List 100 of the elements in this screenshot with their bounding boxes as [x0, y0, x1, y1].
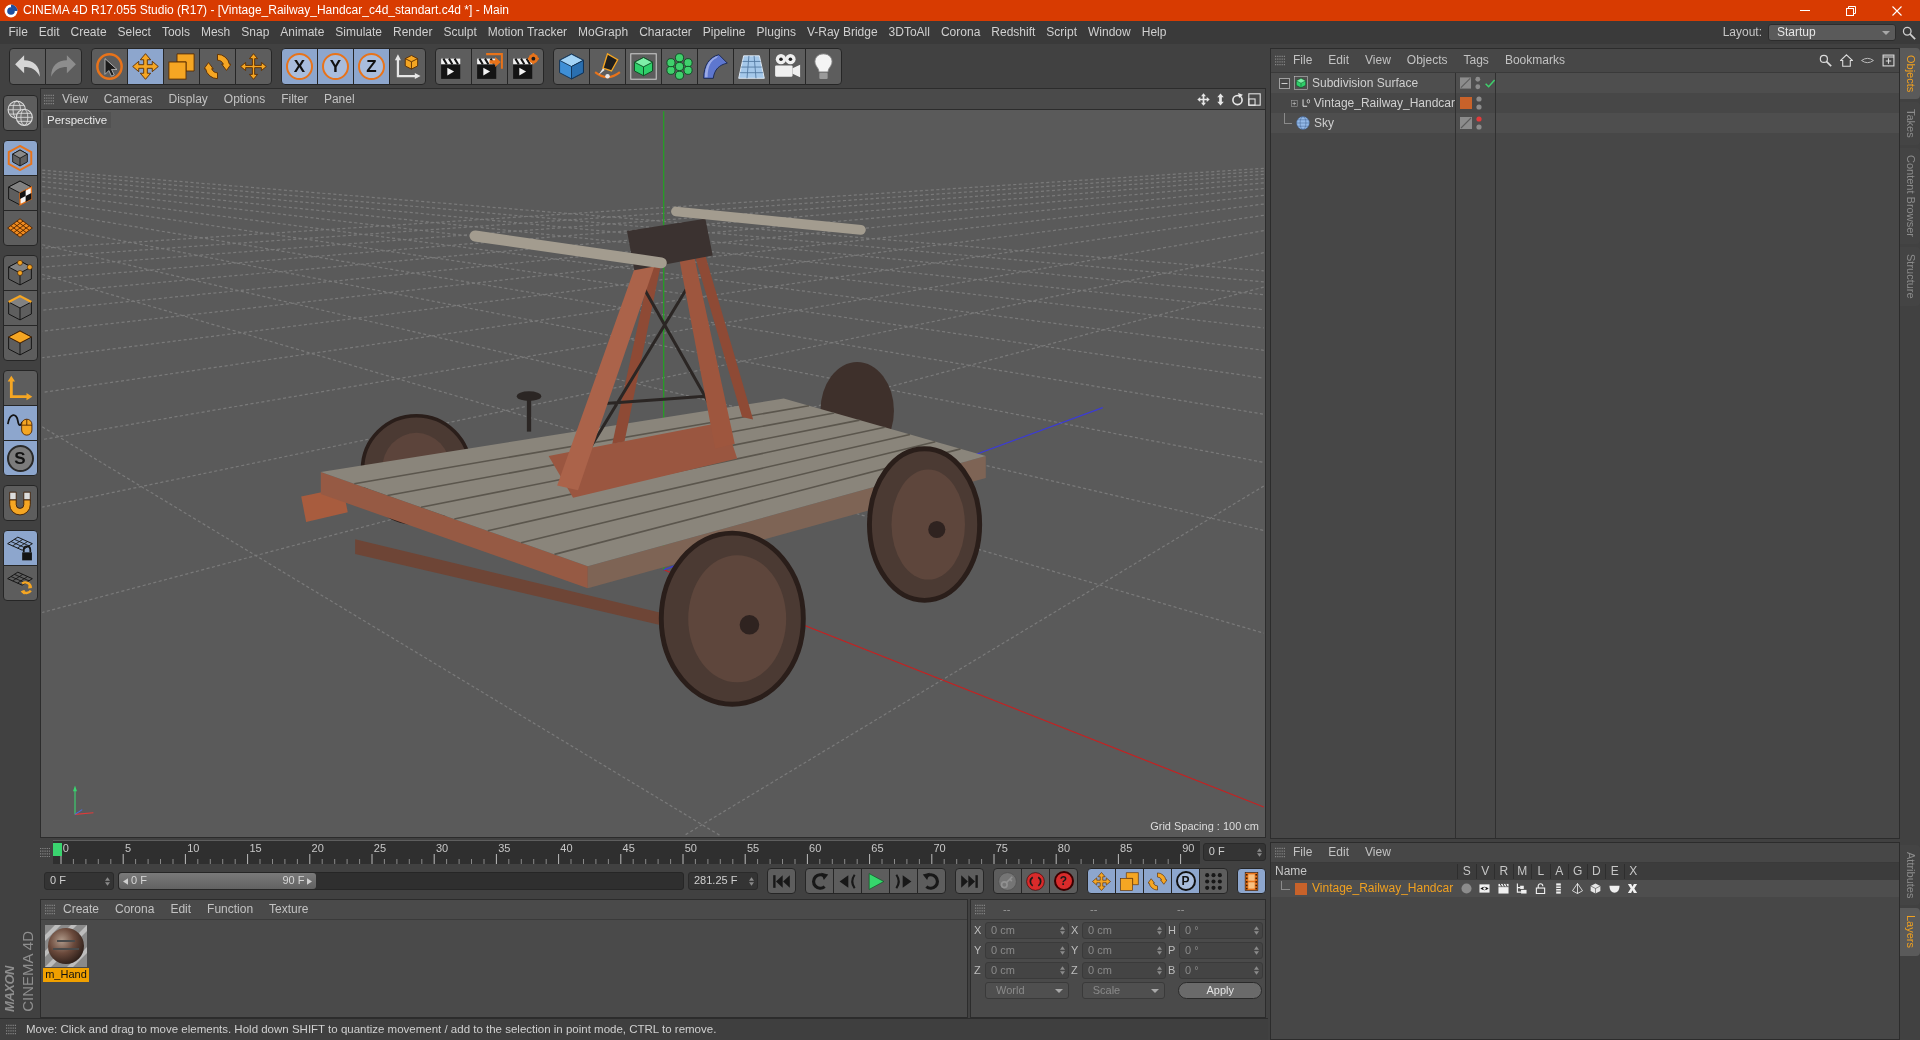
search-icon[interactable]	[1902, 25, 1916, 40]
menu-item[interactable]: Objects	[1398, 53, 1456, 68]
menu-item[interactable]: File	[3, 25, 34, 40]
panel-tab[interactable]: Objects	[1900, 48, 1920, 100]
menu-item[interactable]: Sculpt	[437, 25, 483, 40]
key-parameter-button[interactable]: P	[1171, 868, 1200, 894]
axis-mode-button[interactable]	[2, 370, 38, 406]
object-name[interactable]: Vintage_Railway_Handcar	[1313, 95, 1455, 111]
maximize-view-icon[interactable]	[1248, 92, 1261, 106]
menu-item[interactable]: Window	[1082, 25, 1137, 40]
column-header[interactable]: E	[1610, 864, 1619, 879]
snap-button[interactable]	[2, 485, 38, 521]
coordinate-field[interactable]: 0 cm	[1082, 942, 1166, 959]
menu-item[interactable]: Bookmarks	[1496, 53, 1573, 68]
menu-item[interactable]: Edit	[33, 25, 66, 40]
end-frame-field[interactable]: 281.25 F	[688, 872, 758, 890]
frame-range-handle[interactable]: 0 F 90 F	[119, 873, 317, 889]
menu-item[interactable]: MoGraph	[572, 25, 634, 40]
menu-item[interactable]: Script	[1040, 25, 1083, 40]
menu-item[interactable]: 3DToAll	[883, 25, 936, 40]
playhead-marker[interactable]	[52, 843, 62, 856]
pen-button[interactable]	[589, 47, 626, 85]
object-row[interactable]: Sky	[1271, 113, 1899, 133]
column-header[interactable]: V	[1481, 864, 1490, 879]
bowl-icon[interactable]	[1608, 883, 1620, 894]
coordinate-field[interactable]: 0 cm	[1082, 962, 1166, 979]
menu-item[interactable]: Options	[215, 91, 274, 107]
camera-button[interactable]	[769, 47, 806, 85]
workplane-align-button[interactable]	[2, 565, 38, 601]
menu-item[interactable]: Plugins	[751, 25, 802, 40]
points-mode-button[interactable]	[2, 255, 38, 291]
timeline-button[interactable]	[1237, 868, 1266, 894]
menu-item[interactable]: Edit	[162, 902, 200, 917]
layer-row[interactable]: Vintage_Railway_Handcar	[1271, 880, 1899, 897]
menu-item[interactable]: Motion Tracker	[482, 25, 573, 40]
hierarchy-icon[interactable]	[1516, 883, 1528, 894]
menu-item[interactable]: Simulate	[329, 25, 388, 40]
column-header[interactable]: G	[1573, 864, 1583, 879]
visibility-dots-icon[interactable]	[1476, 116, 1482, 130]
make-editable-button[interactable]	[2, 95, 38, 131]
orbit-arrows-icon[interactable]	[1231, 92, 1244, 106]
light-button[interactable]	[805, 47, 842, 85]
subdivision-surface-button[interactable]	[625, 47, 662, 85]
menu-item[interactable]: Render	[387, 25, 438, 40]
panel-plus-icon[interactable]	[1882, 54, 1895, 67]
menu-item[interactable]: View	[1357, 845, 1399, 860]
clapperboard-icon[interactable]	[1497, 883, 1509, 894]
render-settings-button[interactable]	[507, 47, 544, 85]
menu-item[interactable]: Mesh	[195, 25, 236, 40]
axis-lock-button[interactable]: Y	[317, 47, 354, 85]
coordinate-field[interactable]: 0 °	[1179, 962, 1263, 979]
axis-lock-button[interactable]: X	[281, 47, 318, 85]
menu-item[interactable]: Display	[160, 91, 216, 107]
menu-item[interactable]: Redshift	[985, 25, 1041, 40]
coordinate-system-button[interactable]	[389, 47, 426, 85]
column-header[interactable]: X	[1629, 864, 1638, 879]
tweak-mode-button[interactable]	[2, 405, 38, 441]
expand-box-icon[interactable]	[1291, 97, 1298, 109]
menu-item[interactable]: File	[1285, 845, 1321, 860]
visibility-dots-icon[interactable]	[1476, 96, 1482, 110]
visibility-dots-icon[interactable]	[1475, 76, 1481, 90]
menu-item[interactable]: Character	[633, 25, 698, 40]
menu-item[interactable]: Corona	[935, 25, 986, 40]
key-points-button[interactable]	[1199, 868, 1228, 894]
move-tool-button[interactable]	[127, 47, 164, 85]
edges-mode-button[interactable]	[2, 290, 38, 326]
column-header[interactable]: R	[1499, 864, 1509, 879]
menu-item[interactable]: Help	[1136, 25, 1172, 40]
autokey-button[interactable]: ?	[1049, 868, 1078, 894]
frame-range-slider[interactable]: 0 F 90 F	[118, 872, 684, 890]
menu-item[interactable]: View	[1357, 53, 1399, 68]
rotate-tool-button[interactable]	[199, 47, 236, 85]
menu-item[interactable]: V-Ray Bridge	[801, 25, 884, 40]
menu-item[interactable]: Select	[112, 25, 157, 40]
menu-item[interactable]: Texture	[261, 902, 317, 917]
cloner-button[interactable]	[661, 47, 698, 85]
menu-item[interactable]: Tools	[156, 25, 196, 40]
cube-button[interactable]	[553, 47, 590, 85]
scale-tool-button[interactable]	[163, 47, 200, 85]
cube-icon[interactable]	[1590, 883, 1602, 894]
coordinate-field[interactable]: 0 cm	[985, 942, 1069, 959]
object-name[interactable]: Subdivision Surface	[1312, 75, 1419, 91]
menu-item[interactable]: File	[1285, 53, 1321, 68]
next-key-button[interactable]	[917, 868, 946, 894]
menu-item[interactable]: View	[54, 91, 96, 107]
polygons-mode-button[interactable]	[2, 325, 38, 361]
coordinate-field[interactable]: 0 cm	[985, 962, 1069, 979]
menu-item[interactable]: Cameras	[95, 91, 161, 107]
model-mode-button[interactable]	[2, 140, 38, 176]
object-row[interactable]: Subdivision Surface	[1271, 73, 1899, 93]
menu-item[interactable]: Create	[65, 25, 113, 40]
menu-item[interactable]: Corona	[107, 902, 163, 917]
menu-item[interactable]: Snap	[235, 25, 275, 40]
solo-button[interactable]: S	[2, 440, 38, 476]
layer-name[interactable]: Vintage_Railway_Handcar	[1312, 881, 1454, 896]
column-header[interactable]: A	[1555, 864, 1564, 879]
record-button[interactable]	[1021, 868, 1050, 894]
menu-item[interactable]: Panel	[315, 91, 363, 107]
column-header[interactable]: L	[1537, 864, 1545, 879]
render-picture-button[interactable]	[471, 47, 508, 85]
